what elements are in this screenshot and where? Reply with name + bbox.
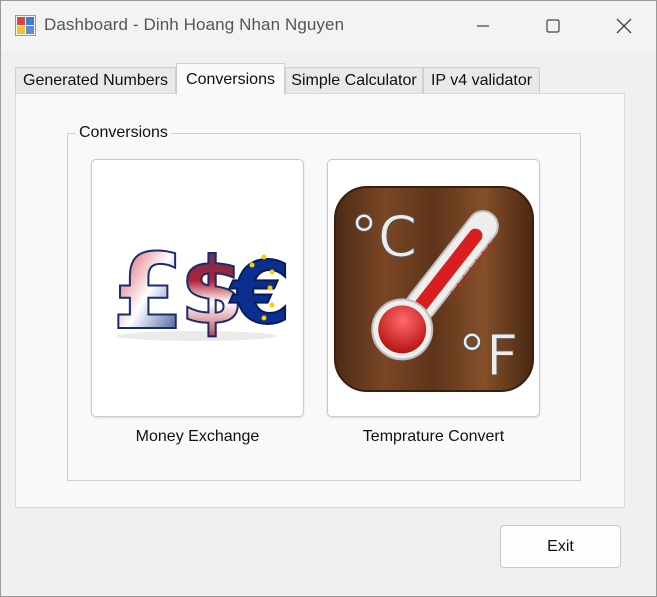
currency-symbols-icon: £ $ € bbox=[111, 230, 292, 354]
tab-simple-calculator[interactable]: Simple Calculator bbox=[285, 67, 423, 94]
title-bar[interactable]: Dashboard - Dinh Hoang Nhan Nguyen bbox=[1, 1, 656, 51]
maximize-icon bbox=[546, 19, 560, 33]
svg-text:°C: °C bbox=[350, 205, 417, 270]
money-exchange-label: Money Exchange bbox=[135, 428, 260, 445]
maximize-button[interactable] bbox=[527, 7, 579, 45]
close-button[interactable] bbox=[598, 7, 650, 45]
temperature-convert-label: Temprature Convert bbox=[362, 428, 505, 445]
svg-text:°F: °F bbox=[458, 324, 518, 389]
exit-button[interactable]: Exit bbox=[500, 525, 621, 568]
app-window: Dashboard - Dinh Hoang Nhan Nguyen Gener… bbox=[0, 0, 657, 597]
conversions-groupbox: Conversions £ $ € Money Exchange °C °F T… bbox=[67, 124, 581, 481]
tab-ipv4-validator[interactable]: IP v4 validator bbox=[423, 67, 540, 94]
minimize-icon bbox=[477, 25, 489, 27]
thermometer-icon: °C °F bbox=[334, 186, 534, 392]
groupbox-title: Conversions bbox=[76, 124, 171, 142]
svg-text:€: € bbox=[229, 244, 291, 344]
app-window-icon bbox=[15, 15, 36, 36]
window-title: Dashboard - Dinh Hoang Nhan Nguyen bbox=[44, 15, 345, 34]
temperature-convert-button[interactable]: °C °F bbox=[327, 159, 540, 417]
close-icon bbox=[616, 18, 632, 34]
conversions-tab-panel: Conversions £ $ € Money Exchange °C °F T… bbox=[15, 93, 625, 508]
tab-generated-numbers[interactable]: Generated Numbers bbox=[15, 67, 176, 94]
tab-conversions[interactable]: Conversions bbox=[176, 63, 285, 95]
minimize-button[interactable] bbox=[457, 7, 509, 45]
money-exchange-button[interactable]: £ $ € bbox=[91, 159, 304, 417]
